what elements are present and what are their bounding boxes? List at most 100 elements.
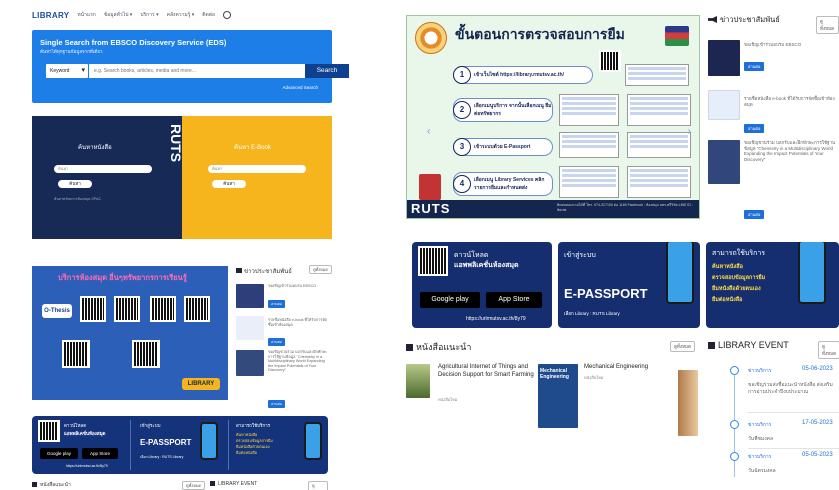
epassport-box[interactable]: เข้าสู่ระบบ E-PASSPORT เลือก Library : R… xyxy=(558,242,700,328)
advanced-search-link[interactable]: Advanced Search xyxy=(282,85,318,90)
step-1: 1 เข้าเว็บไซต์ https://library.rmutsv.ac.… xyxy=(453,66,593,84)
search-type-select[interactable]: Keyword ▾ xyxy=(46,64,88,78)
app-url[interactable]: https://urlrmutsv.ac.th/8y79 xyxy=(66,464,108,468)
news-thumbnail-1[interactable] xyxy=(708,40,740,76)
news-more-button[interactable]: ดูทั้งหมด xyxy=(816,16,839,34)
news-more-button[interactable]: ดูทั้งหมด xyxy=(308,265,332,274)
opac-caption: ค้นหาทรัพยากรห้องสมุด OPAC xyxy=(54,197,101,201)
app-store-badge[interactable]: App Store xyxy=(82,448,118,459)
news-read-more-3[interactable]: อ่านต่อ xyxy=(268,400,285,408)
event-text-3[interactable]: วันฉัตรมงคล xyxy=(748,468,838,475)
infographic-footer: RUTS ติดต่อสอบถามได้ที่ โทร. 074-317100 … xyxy=(407,200,699,218)
step-screenshot-2a xyxy=(559,94,619,126)
carousel-prev-icon[interactable]: ‹ xyxy=(427,126,430,137)
carousel-next-icon[interactable]: › xyxy=(688,126,691,137)
book-title-2[interactable]: Mechanical Engineering xyxy=(584,364,670,372)
event-category-2[interactable]: ข่าวบริการ xyxy=(748,421,771,429)
news-text-1[interactable]: ขอเชิญเข้าร่วมอบรม EBSCO xyxy=(268,284,330,289)
epassport-sub: เลือก Library : RUTS Library xyxy=(140,455,184,459)
google-play-badge[interactable]: Google play xyxy=(40,448,78,459)
step-number: 2 xyxy=(453,101,471,119)
news-text-2[interactable]: รายชื่อหนังสือ e-book ที่ได้รับการจัดซื้… xyxy=(268,318,330,327)
divider xyxy=(748,448,839,449)
service-item: ยืมต่อหนังสือ xyxy=(236,451,258,455)
news-text-2[interactable]: รายชื่อหนังสือ e-book ที่ได้รับการจัดซื้… xyxy=(744,96,836,107)
divider xyxy=(748,412,839,413)
phone-illustration xyxy=(200,422,218,460)
news-text-3[interactable]: ขอเชิญชวนร่วม บอกรับและฝึกทักษะการใช้ฐาน… xyxy=(744,140,836,206)
timeline-dot xyxy=(730,420,739,429)
books-icon xyxy=(665,26,689,46)
event-heading: LIBRARY EVENT xyxy=(708,340,789,350)
news-thumbnail-3[interactable] xyxy=(236,350,264,376)
ebook-search-input[interactable]: ค้นหา xyxy=(208,165,306,173)
eds-search-panel: Single Search from EBSCO Discovery Servi… xyxy=(32,30,349,103)
step-screenshot-3b xyxy=(627,132,691,158)
ebook-search-button[interactable]: ค้นหา xyxy=(212,180,246,188)
event-more-button[interactable]: ดูทั้งหมด xyxy=(818,341,839,359)
news-read-more-1[interactable]: อ่านต่อ xyxy=(268,300,285,308)
qr-code-1 xyxy=(80,296,106,322)
ruts-logo-text: RUTS xyxy=(168,124,184,163)
nav-item-contact[interactable]: ติดต่อ xyxy=(202,11,215,19)
app-download-box[interactable]: ดาวน์โหลด แอพพลิเคชั่นห้องสมุด Google pl… xyxy=(412,242,552,328)
recommended-books-heading: หนังสือแนะนำ xyxy=(32,481,71,489)
event-text-1[interactable]: ขอเชิญร่วมส่งชื่อแนะนำหนังสือ ส่งเสริมกา… xyxy=(748,382,838,396)
book-cover-2[interactable]: Mechanical Engineering xyxy=(538,364,578,428)
eds-search-input[interactable] xyxy=(89,64,305,78)
gear-icon[interactable] xyxy=(223,11,232,19)
nav-item-services[interactable]: บริการ ▾ xyxy=(140,11,158,19)
red-book-icon xyxy=(419,174,441,200)
megaphone-icon xyxy=(236,268,242,273)
news-read-more-1[interactable]: อ่านต่อ xyxy=(744,62,765,71)
news-text-3[interactable]: ขอเชิญชวนร่วม บอกรับและฝึกทักษะการใช้ฐาน… xyxy=(268,350,330,396)
book-search-button[interactable]: ค้นหา xyxy=(58,180,92,188)
news-thumbnail-2[interactable] xyxy=(236,316,264,340)
book-cover-1[interactable] xyxy=(406,364,430,398)
book-search-input[interactable]: ค้นหา xyxy=(54,165,152,173)
infographic-title: ขั้นตอนการตรวจสอบการยืม xyxy=(455,26,625,42)
event-category-3[interactable]: ข่าวบริการ xyxy=(748,453,771,461)
step-screenshot-3a xyxy=(559,132,619,158)
nav-item-home[interactable]: หน้าแรก xyxy=(77,11,95,19)
news-text-1[interactable]: ขอเชิญเข้าร่วมอบรม EBSCO xyxy=(744,42,836,48)
step-number: 1 xyxy=(453,66,471,84)
library-logo[interactable]: LIBRARY xyxy=(32,11,69,20)
book-title-1[interactable]: Agricultural Internet of Things and Deci… xyxy=(438,364,536,379)
app-store-badge[interactable]: App Store xyxy=(486,292,542,308)
app-name: แอพพลิเคชั่นห้องสมุด xyxy=(454,262,519,269)
news-read-more-2[interactable]: อ่านต่อ xyxy=(744,124,765,133)
qr-code-4 xyxy=(184,296,210,322)
news-title: ข่าวประชาสัมพันธ์ xyxy=(244,269,292,275)
nav-item-general[interactable]: ข้อมูลทั่วไป ▾ xyxy=(104,11,132,19)
news-thumbnail-1[interactable] xyxy=(236,284,264,308)
book-search-hero: ค้นหาหนังสือ ค้นหา E-Book ค้นหา ค้นหา ค้… xyxy=(32,116,332,239)
news-thumbnail-3[interactable] xyxy=(708,140,740,184)
event-date-2: 17-05-2023 xyxy=(802,420,833,426)
recommended-books-title: หนังสือแนะนำ xyxy=(416,342,472,352)
news-read-more-2[interactable]: อ่านต่อ xyxy=(268,338,285,346)
app-download-banner[interactable]: ดาวน์โหลด แอพพลิเคชั่นห้องสมุด Google pl… xyxy=(412,242,839,328)
news-read-more-3[interactable]: อ่านต่อ xyxy=(744,210,765,219)
recommended-more-button[interactable]: ดูทั้งหมด xyxy=(670,341,695,352)
app-url[interactable]: https://urlrmutsv.ac.th/8y79 xyxy=(466,316,526,322)
recommended-books-title: หนังสือแนะนำ xyxy=(40,482,71,488)
search-type-value: Keyword xyxy=(50,68,70,74)
event-more-button[interactable]: ดูทั้งหมด xyxy=(308,481,329,490)
app-download-banner[interactable]: ดาวน์โหลด แอพพลิเคชั่นห้องสมุด Google pl… xyxy=(32,416,328,474)
borrow-check-infographic[interactable]: ขั้นตอนการตรวจสอบการยืม 1 เข้าเว็บไซต์ ht… xyxy=(406,15,700,219)
nav-item-knowledge[interactable]: คลังความรู้ ▾ xyxy=(167,11,195,19)
eds-subtitle: ค้นหาได้ทุกฐานข้อมูลจากที่เดียว xyxy=(40,49,103,54)
app-qr-code xyxy=(38,420,60,442)
event-text-2[interactable]: วันพืชมงคล xyxy=(748,436,838,443)
contact-info: ติดต่อสอบถามได้ที่ โทร. 074-317100 ต่อ 1… xyxy=(557,203,693,212)
event-category-1[interactable]: ข่าวบริการ xyxy=(748,367,771,375)
recommended-more-button[interactable]: ดูทั้งหมด xyxy=(182,481,206,490)
eds-search-button[interactable]: Search xyxy=(305,64,349,78)
step-2: 2 เลือกเมนูบริการ จากนั้นเลือกเมนู ยืมต่อ… xyxy=(453,98,553,122)
services-box[interactable]: สามารถใช้บริการ ค้นหาหนังสือ ตรวจสอบข้อม… xyxy=(706,242,839,328)
services-banner[interactable]: บริการห้องสมุด อื่นๆทรัพยากรการเรียนรู้ … xyxy=(32,266,228,400)
google-play-badge[interactable]: Google play xyxy=(420,292,480,308)
news-thumbnail-2[interactable] xyxy=(708,90,740,120)
book-cover-3[interactable] xyxy=(678,370,698,436)
